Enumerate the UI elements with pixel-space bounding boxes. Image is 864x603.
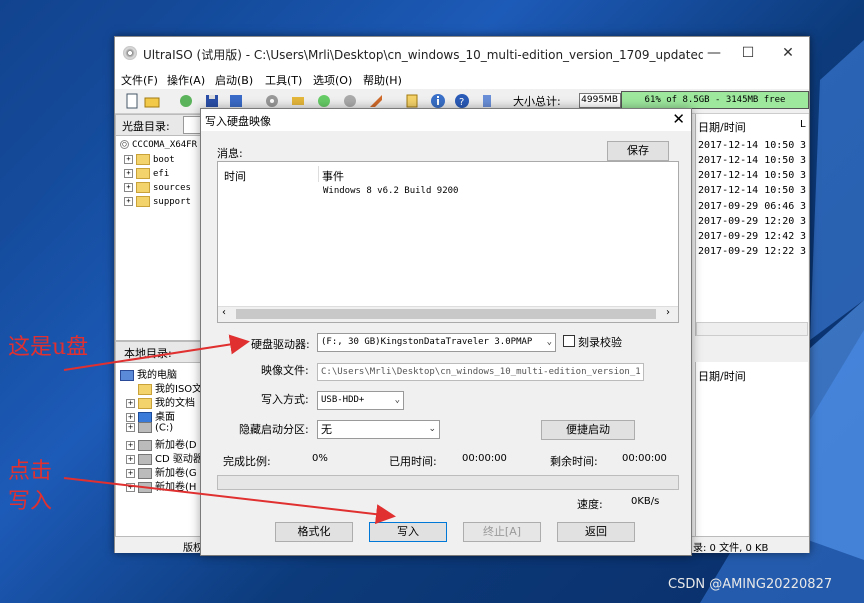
- csdn-watermark: CSDN @AMING20220827: [668, 577, 833, 592]
- annotation-arrows: [63, 334, 396, 525]
- arrow-to-write: [63, 477, 396, 525]
- arrow-to-drive: [63, 334, 250, 371]
